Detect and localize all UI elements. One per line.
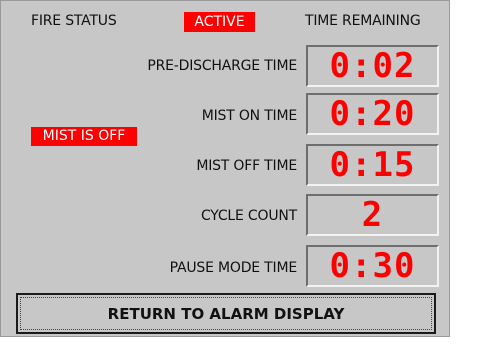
return-to-alarm-display-button[interactable]: RETURN TO ALARM DISPLAY	[16, 293, 436, 334]
mist-on-time-value: 0:20	[306, 93, 439, 135]
time-remaining-label: TIME REMAINING	[305, 13, 421, 29]
pause-mode-time-label: PAUSE MODE TIME	[169, 260, 298, 276]
cycle-count-value: 2	[306, 194, 439, 236]
cycle-count-label: CYCLE COUNT	[200, 208, 297, 224]
mist-status-badge: MIST IS OFF	[31, 127, 137, 146]
pre-discharge-time-label: PRE-DISCHARGE TIME	[147, 58, 297, 74]
mist-on-time-label: MIST ON TIME	[201, 108, 297, 124]
fire-status-label: FIRE STATUS	[31, 13, 117, 29]
pause-mode-time-value: 0:30	[306, 245, 439, 287]
mist-off-time-label: MIST OFF TIME	[196, 158, 297, 174]
return-button-label: RETURN TO ALARM DISPLAY	[20, 297, 432, 330]
fire-status-badge: ACTIVE	[184, 12, 255, 32]
pre-discharge-time-value: 0:02	[306, 45, 439, 87]
fire-status-panel: FIRE STATUS ACTIVE TIME REMAINING MIST I…	[0, 0, 450, 337]
mist-off-time-value: 0:15	[306, 144, 439, 186]
